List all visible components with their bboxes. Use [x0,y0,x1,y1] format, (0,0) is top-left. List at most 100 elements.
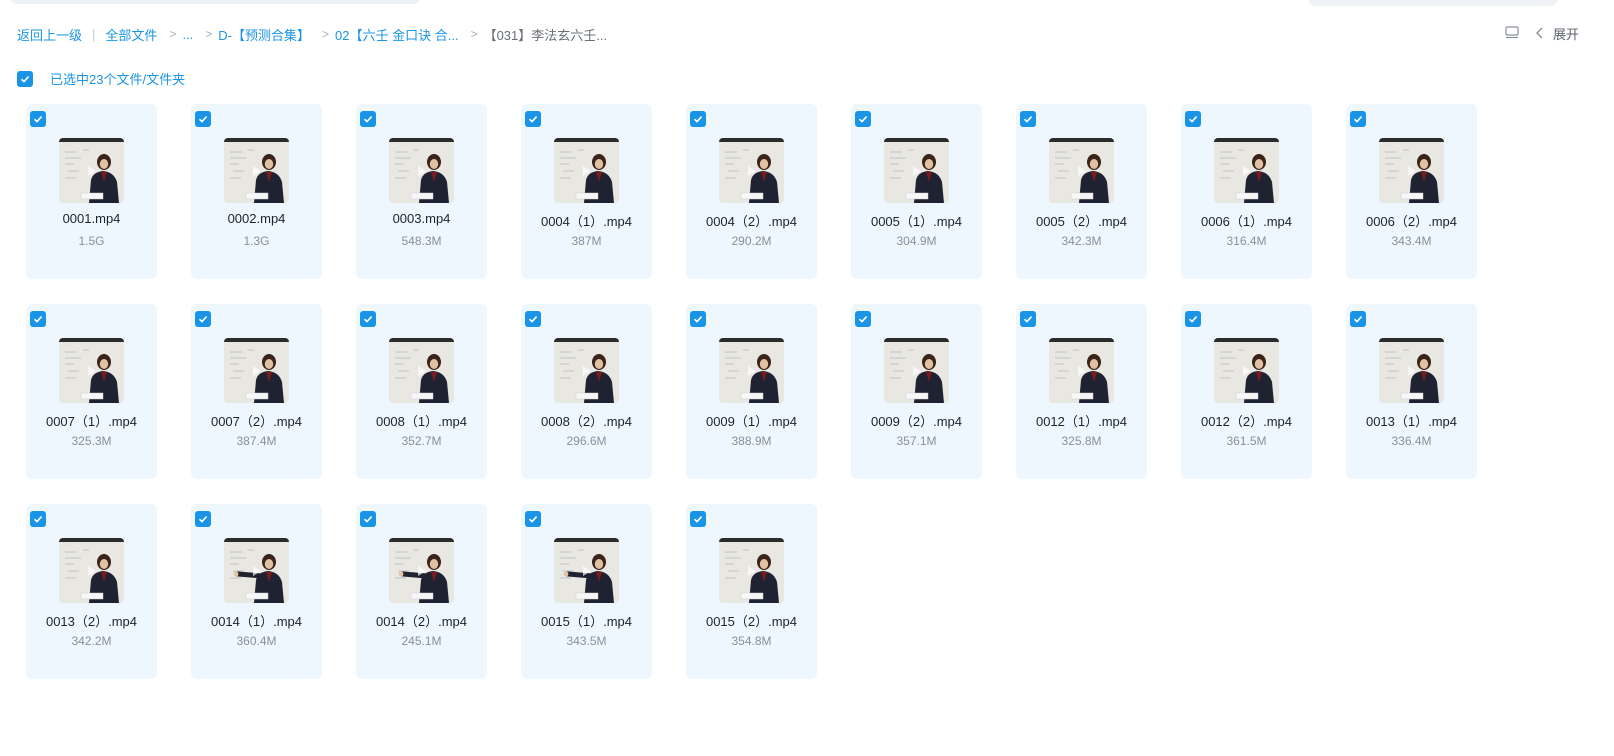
video-thumbnail[interactable] [884,138,949,203]
file-checkbox[interactable] [690,311,706,327]
file-tile[interactable]: 0014（2）.mp4 245.1M [356,504,487,679]
video-thumbnail[interactable] [59,538,124,603]
video-thumbnail[interactable] [59,138,124,203]
video-thumbnail[interactable] [389,338,454,403]
video-thumbnail-image [224,538,289,603]
file-tile[interactable]: 0007（1）.mp4 325.3M [26,304,157,479]
file-tile[interactable]: 0014（1）.mp4 360.4M [191,504,322,679]
file-checkbox[interactable] [30,311,46,327]
file-checkbox[interactable] [195,111,211,127]
file-checkbox[interactable] [1185,111,1201,127]
file-checkbox[interactable] [1350,111,1366,127]
file-tile[interactable]: 0007（2）.mp4 387.4M [191,304,322,479]
video-thumbnail[interactable] [1214,138,1279,203]
file-tile[interactable]: 0003.mp4 548.3M [356,104,487,279]
list-view-icon[interactable] [1505,26,1519,40]
file-checkbox[interactable] [360,311,376,327]
file-checkbox[interactable] [30,511,46,527]
file-name: 0005（2）.mp4 [1035,214,1128,229]
video-thumbnail-image [224,138,289,203]
file-size: 290.2M [731,234,772,248]
video-thumbnail[interactable] [1049,138,1114,203]
file-checkbox[interactable] [855,311,871,327]
checkmark-icon [198,316,208,323]
file-tile[interactable]: 0013（2）.mp4 342.2M [26,504,157,679]
file-checkbox[interactable] [525,311,541,327]
video-thumbnail[interactable] [224,338,289,403]
breadcrumb-separator: > [322,27,330,41]
video-thumbnail[interactable] [719,538,784,603]
file-tile[interactable]: 0006（2）.mp4 343.4M [1346,104,1477,279]
video-thumbnail[interactable] [719,138,784,203]
file-checkbox[interactable] [360,511,376,527]
video-thumbnail-image [389,138,454,203]
expand-label: 展开 [1553,26,1580,42]
crumb-all-files[interactable]: 全部文件 [105,25,157,44]
file-checkbox[interactable] [195,511,211,527]
file-tile[interactable]: 0012（2）.mp4 361.5M [1181,304,1312,479]
file-tile[interactable]: 0009（1）.mp4 388.9M [686,304,817,479]
file-tile[interactable]: 0002.mp4 1.3G [191,104,322,279]
video-thumbnail[interactable] [224,538,289,603]
file-tile[interactable]: 0004（2）.mp4 290.2M [686,104,817,279]
file-tile[interactable]: 0005（2）.mp4 342.3M [1016,104,1147,279]
file-tile[interactable]: 0004（1）.mp4 387M [521,104,652,279]
file-checkbox[interactable] [30,111,46,127]
file-checkbox[interactable] [690,511,706,527]
file-checkbox[interactable] [1350,311,1366,327]
file-tile[interactable]: 0012（1）.mp4 325.8M [1016,304,1147,479]
crumb-current-folder: 【031】李法玄六壬... [483,27,608,43]
file-checkbox[interactable] [1020,111,1036,127]
file-name: 0004（2）.mp4 [705,214,798,229]
video-thumbnail[interactable] [1049,338,1114,403]
select-all-checkbox[interactable] [17,70,33,87]
video-thumbnail[interactable] [59,338,124,403]
file-checkbox[interactable] [855,111,871,127]
file-tile[interactable]: 0001.mp4 1.5G [26,104,157,279]
file-tile[interactable]: 0005（1）.mp4 304.9M [851,104,982,279]
file-tile[interactable]: 0008（1）.mp4 352.7M [356,304,487,479]
checkmark-icon [1023,116,1033,123]
video-thumbnail[interactable] [389,138,454,203]
crumb-folder-1[interactable]: D-【预测合集】 [218,25,310,44]
video-thumbnail[interactable] [389,538,454,603]
video-thumbnail[interactable] [554,538,619,603]
crumb-ellipsis[interactable]: ... [182,27,193,42]
file-size: 548.3M [401,234,442,248]
video-thumbnail[interactable] [719,338,784,403]
video-thumbnail[interactable] [224,138,289,203]
file-tile[interactable]: 0008（2）.mp4 296.6M [521,304,652,479]
back-link[interactable]: 返回上一级 [17,25,82,44]
file-tile[interactable]: 0015（1）.mp4 343.5M [521,504,652,679]
select-all-row: 已选中23个文件/文件夹 [17,69,185,88]
top-search-bar-edge[interactable] [10,0,420,4]
video-thumbnail[interactable] [1379,138,1444,203]
checkmark-icon [528,516,538,523]
file-checkbox[interactable] [360,111,376,127]
top-right-bar-edge[interactable] [1308,0,1558,6]
file-name: 0004（1）.mp4 [540,214,633,229]
file-tile[interactable]: 0013（1）.mp4 336.4M [1346,304,1477,479]
video-thumbnail[interactable] [884,338,949,403]
file-size: 1.5G [78,234,105,248]
file-checkbox[interactable] [1020,311,1036,327]
file-size: 245.1M [401,634,442,648]
file-size: 304.9M [896,234,937,248]
file-tile[interactable]: 0009（2）.mp4 357.1M [851,304,982,479]
file-name: 0009（1）.mp4 [705,414,798,429]
file-tile[interactable]: 0006（1）.mp4 316.4M [1181,104,1312,279]
file-tile[interactable]: 0015（2）.mp4 354.8M [686,504,817,679]
video-thumbnail[interactable] [554,138,619,203]
crumb-folder-2[interactable]: 02【六壬 金口诀 合... [335,25,459,44]
checkmark-icon [1188,316,1198,323]
file-size: 360.4M [236,634,277,648]
file-checkbox[interactable] [1185,311,1201,327]
file-checkbox[interactable] [525,111,541,127]
video-thumbnail[interactable] [1379,338,1444,403]
expand-button[interactable]: 展开 [1535,24,1579,43]
video-thumbnail[interactable] [1214,338,1279,403]
file-checkbox[interactable] [195,311,211,327]
video-thumbnail[interactable] [554,338,619,403]
file-checkbox[interactable] [525,511,541,527]
file-checkbox[interactable] [690,111,706,127]
